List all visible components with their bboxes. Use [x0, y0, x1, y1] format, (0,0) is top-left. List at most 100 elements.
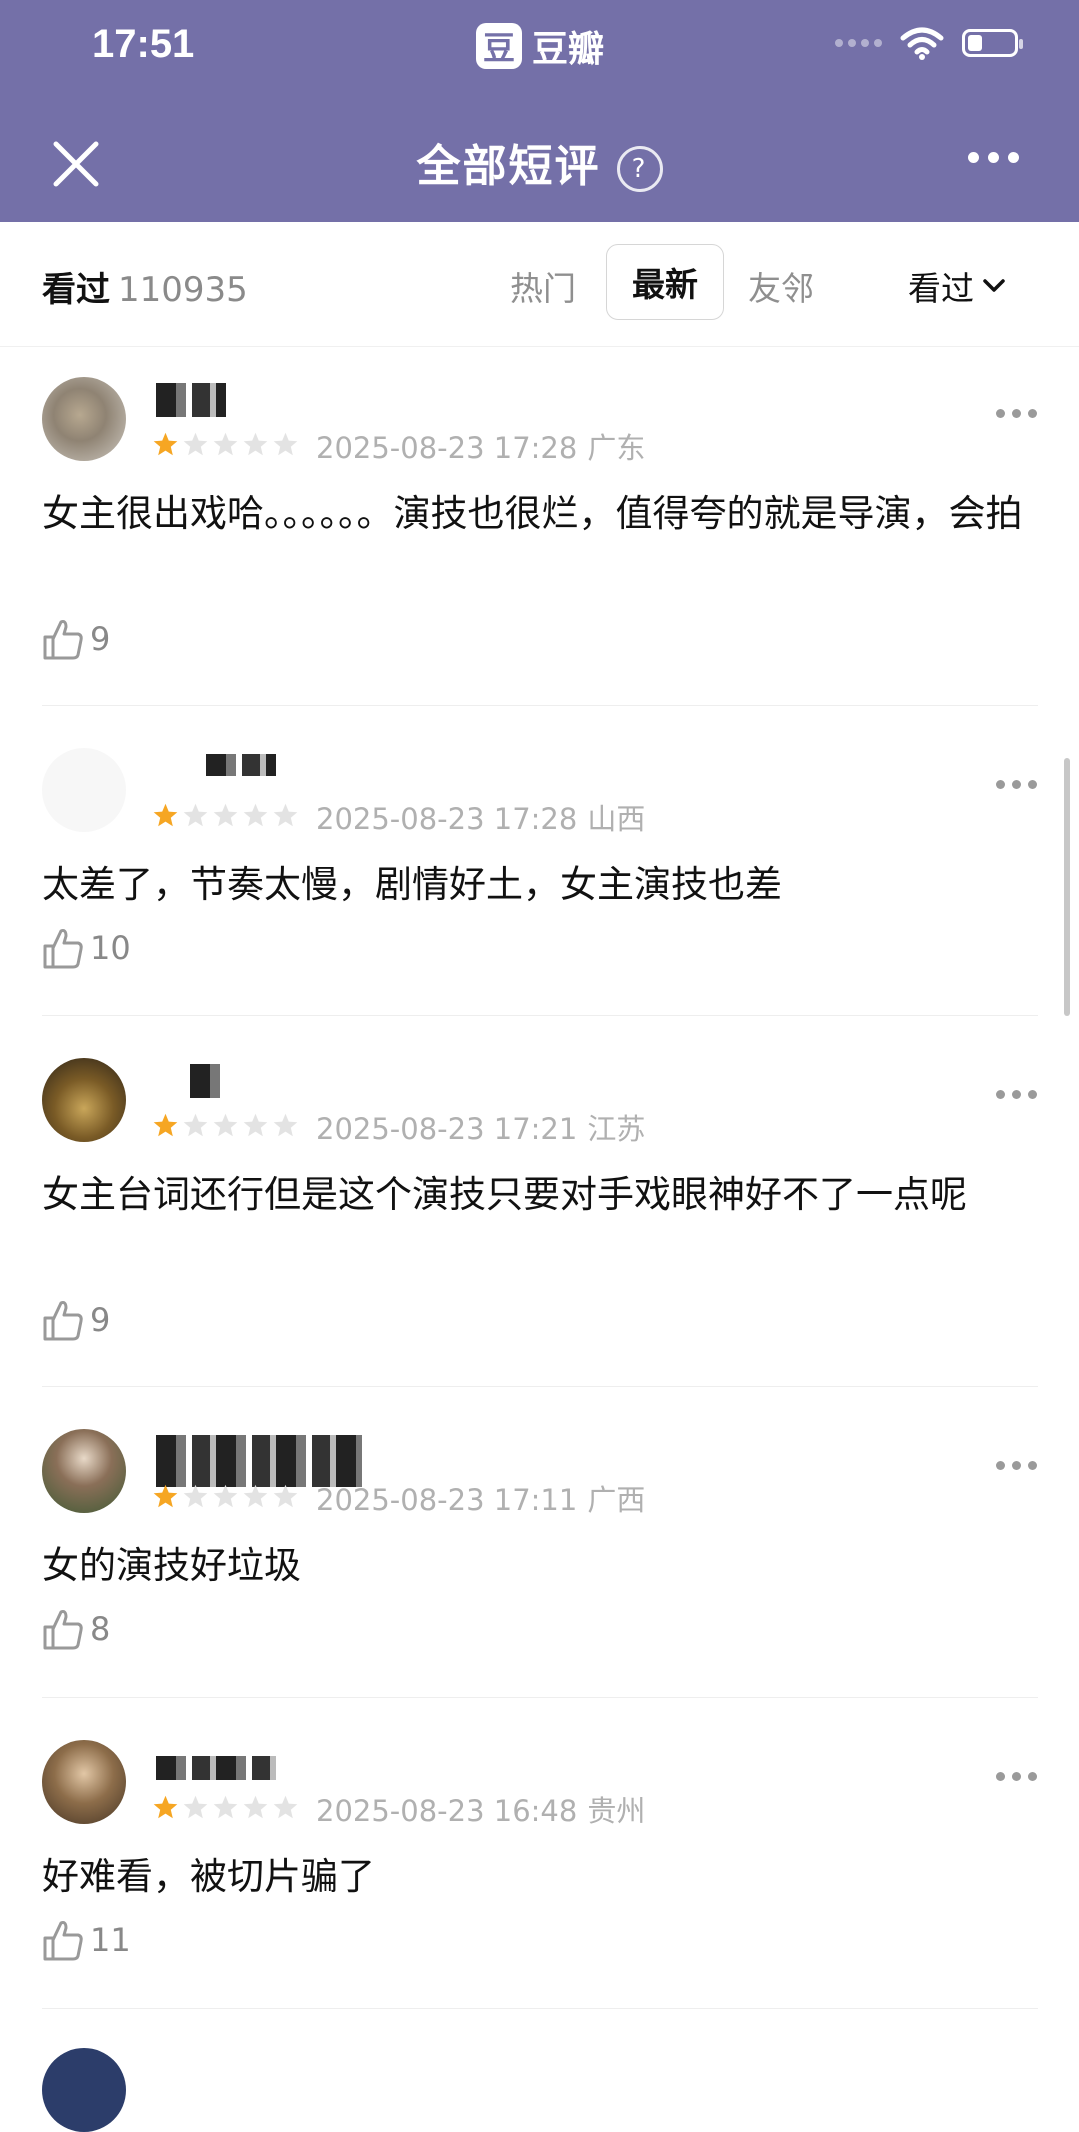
star-filled-icon — [153, 1113, 178, 1137]
rating-stars — [152, 431, 299, 458]
star-empty-icon — [183, 1113, 208, 1137]
username-redacted[interactable] — [206, 754, 276, 776]
status-time: 17:51 — [92, 22, 195, 66]
app-name: 豆瓣 — [532, 29, 605, 70]
star-empty-icon — [213, 1113, 238, 1137]
star-empty-icon — [243, 1795, 268, 1819]
thumbs-up-icon — [43, 620, 83, 660]
app-header: 17:51 豆 豆瓣 全部短评? — [0, 0, 1079, 222]
more-options-icon[interactable] — [968, 152, 1019, 163]
like-button[interactable]: 11 — [42, 1918, 131, 1962]
rating-stars — [152, 1483, 299, 1510]
star-empty-icon — [273, 803, 298, 827]
review-location: 山西 — [587, 802, 646, 836]
review-more-icon[interactable] — [996, 1772, 1037, 1781]
like-button[interactable]: 8 — [42, 1607, 110, 1651]
star-empty-icon — [273, 1113, 298, 1137]
chevron-down-icon — [983, 279, 1005, 292]
divider — [42, 2008, 1038, 2009]
review-meta: 2025-08-23 17:28 山西 — [316, 796, 645, 838]
tab-hot[interactable]: 热门 — [510, 262, 576, 310]
page-title: 全部短评? — [0, 130, 1079, 194]
filter-bar: 看过 110935 热门 最新 友邻 看过 — [0, 222, 1079, 347]
star-empty-icon — [183, 803, 208, 827]
star-empty-icon — [243, 803, 268, 827]
review-location: 广西 — [587, 1483, 646, 1517]
thumbs-up-icon — [43, 1921, 83, 1961]
review-meta: 2025-08-23 16:48 贵州 — [316, 1788, 645, 1830]
review-content: 女主很出戏哈。。。。。。演技也很烂，值得夸的就是导演，会拍 — [42, 492, 1023, 535]
like-count: 11 — [90, 1921, 131, 1959]
review-content: 女主台词还行但是这个演技只要对手戏眼神好不了一点呢 — [42, 1173, 967, 1216]
star-empty-icon — [183, 1795, 208, 1819]
like-button[interactable]: 10 — [42, 926, 131, 970]
watch-status-select[interactable]: 看过 — [908, 262, 1006, 310]
battery-icon — [962, 29, 1023, 57]
star-filled-icon — [153, 803, 178, 827]
tab-latest[interactable]: 最新 — [606, 244, 724, 320]
star-empty-icon — [183, 432, 208, 456]
review-more-icon[interactable] — [996, 1090, 1037, 1099]
like-count: 8 — [90, 1610, 111, 1648]
username-redacted[interactable] — [156, 1756, 276, 1780]
help-icon[interactable]: ? — [616, 146, 663, 192]
star-empty-icon — [183, 1484, 208, 1508]
review-more-icon[interactable] — [996, 780, 1037, 789]
review-meta: 2025-08-23 17:21 江苏 — [316, 1106, 645, 1148]
douban-logo-icon: 豆 — [476, 23, 522, 69]
star-empty-icon — [243, 1113, 268, 1137]
star-empty-icon — [213, 803, 238, 827]
divider — [42, 1015, 1038, 1016]
review-content: 好难看，被切片骗了 — [42, 1855, 375, 1898]
avatar[interactable] — [42, 1058, 126, 1142]
avatar[interactable] — [42, 2048, 126, 2132]
like-button[interactable]: 9 — [42, 1298, 110, 1342]
review-more-icon[interactable] — [996, 409, 1037, 418]
watch-status-label: 看过 — [908, 269, 974, 308]
star-empty-icon — [273, 1795, 298, 1819]
username-redacted[interactable] — [156, 383, 226, 417]
review-location: 广东 — [587, 431, 646, 465]
star-empty-icon — [213, 1484, 238, 1508]
star-filled-icon — [153, 432, 178, 456]
review-date: 2025-08-23 17:11 — [316, 1483, 578, 1517]
scrollbar[interactable] — [1064, 758, 1070, 1016]
like-button[interactable]: 9 — [42, 617, 110, 661]
review-meta: 2025-08-23 17:11 广西 — [316, 1477, 645, 1519]
divider — [42, 1697, 1038, 1698]
star-empty-icon — [213, 432, 238, 456]
app-badge: 豆 豆瓣 — [476, 20, 604, 72]
avatar[interactable] — [42, 377, 126, 461]
review-date: 2025-08-23 16:48 — [316, 1794, 578, 1828]
review-more-icon[interactable] — [996, 1461, 1037, 1470]
divider — [42, 705, 1038, 706]
star-filled-icon — [153, 1484, 178, 1508]
username-redacted[interactable] — [190, 1064, 226, 1098]
seen-label: 看过 — [42, 270, 110, 310]
star-empty-icon — [243, 1484, 268, 1508]
star-filled-icon — [153, 1795, 178, 1819]
review-content: 太差了，节奏太慢，剧情好土，女主演技也差 — [42, 863, 782, 906]
star-empty-icon — [273, 432, 298, 456]
tab-friends[interactable]: 友邻 — [748, 262, 814, 310]
review-date: 2025-08-23 17:21 — [316, 1112, 578, 1146]
rating-stars — [152, 802, 299, 829]
seen-number: 110935 — [118, 270, 248, 310]
like-count: 9 — [90, 1301, 111, 1339]
seen-count: 看过 110935 — [42, 262, 248, 311]
avatar[interactable] — [42, 748, 126, 832]
rating-stars — [152, 1112, 299, 1139]
like-count: 10 — [90, 929, 131, 967]
star-empty-icon — [273, 1484, 298, 1508]
thumbs-up-icon — [43, 1301, 83, 1341]
avatar[interactable] — [42, 1429, 126, 1513]
review-content: 女的演技好垃圾 — [42, 1544, 301, 1587]
review-meta: 2025-08-23 17:28 广东 — [316, 425, 645, 467]
star-empty-icon — [243, 432, 268, 456]
wifi-icon — [900, 27, 944, 60]
review-location: 贵州 — [587, 1794, 646, 1828]
review-date: 2025-08-23 17:28 — [316, 802, 578, 836]
avatar[interactable] — [42, 1740, 126, 1824]
review-location: 江苏 — [587, 1112, 646, 1146]
page-title-text: 全部短评 — [416, 141, 601, 192]
